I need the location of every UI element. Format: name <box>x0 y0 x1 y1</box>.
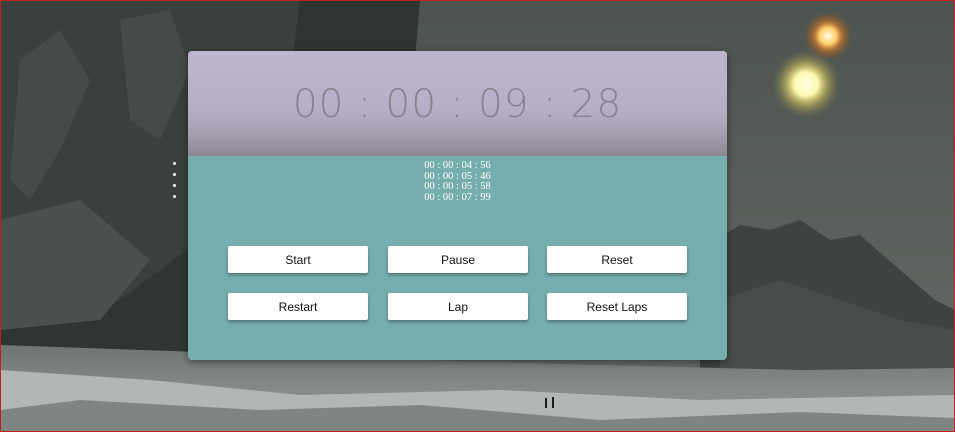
reset-button[interactable]: Reset <box>547 246 687 273</box>
start-button[interactable]: Start <box>228 246 368 273</box>
reset-laps-button[interactable]: Reset Laps <box>547 293 687 320</box>
time-display: 00 : 00 : 09 : 28 <box>188 51 727 156</box>
bullet-dot <box>173 184 176 187</box>
lap-item: 00 : 00 : 07 : 99 <box>424 192 491 204</box>
bullet-dot <box>173 173 176 176</box>
pause-button[interactable]: Pause <box>388 246 528 273</box>
restart-button[interactable]: Restart <box>228 293 368 320</box>
elapsed-time: 00 : 00 : 09 : 28 <box>292 82 623 127</box>
bullet-dot <box>173 162 176 165</box>
lap-list: 00 : 00 : 04 : 56 00 : 00 : 05 : 46 00 :… <box>188 160 727 204</box>
side-bullet-list <box>173 162 176 206</box>
lap-button[interactable]: Lap <box>388 293 528 320</box>
stopwatch-panel: 00 : 00 : 09 : 28 00 : 00 : 04 : 56 00 :… <box>188 51 727 360</box>
bullet-dot <box>173 195 176 198</box>
